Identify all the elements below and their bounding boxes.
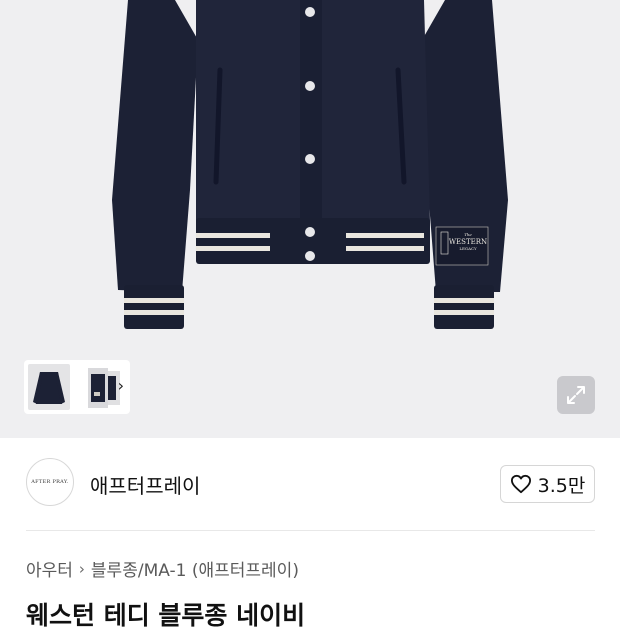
seller-logo[interactable]: AFTER PRAY. bbox=[26, 458, 74, 506]
heart-icon bbox=[510, 474, 531, 494]
patch-line-3: LEGACY bbox=[459, 246, 477, 251]
thumbnail-1[interactable] bbox=[28, 364, 70, 410]
seller-row: AFTER PRAY. 애프터프레이 3.5만 bbox=[0, 438, 620, 530]
like-count: 3.5만 bbox=[537, 474, 586, 497]
image-thumbnails[interactable]: › bbox=[24, 360, 130, 414]
seller-logo-text: AFTER PRAY. bbox=[31, 479, 69, 485]
expand-button[interactable] bbox=[557, 376, 595, 414]
product-image-area[interactable]: The WESTERN LEGACY › bbox=[0, 0, 620, 438]
chevron-right-icon[interactable]: › bbox=[118, 376, 124, 395]
seller-name[interactable]: 애프터프레이 bbox=[90, 470, 200, 499]
like-button[interactable]: 3.5만 bbox=[500, 465, 595, 503]
breadcrumb-item-blouson[interactable]: 블루종/MA-1 (애프터프레이) bbox=[91, 556, 299, 581]
chevron-right-icon: › bbox=[78, 559, 85, 578]
divider bbox=[26, 530, 595, 531]
patch-line-2: WESTERN bbox=[449, 238, 487, 246]
expand-icon bbox=[567, 386, 585, 404]
breadcrumb: 아우터 › 블루종/MA-1 (애프터프레이) bbox=[26, 556, 299, 582]
patch-line-1: The bbox=[464, 232, 472, 237]
breadcrumb-item-outer[interactable]: 아우터 bbox=[26, 556, 73, 581]
product-title: 웨스턴 테디 블루종 네이비 bbox=[26, 601, 306, 630]
